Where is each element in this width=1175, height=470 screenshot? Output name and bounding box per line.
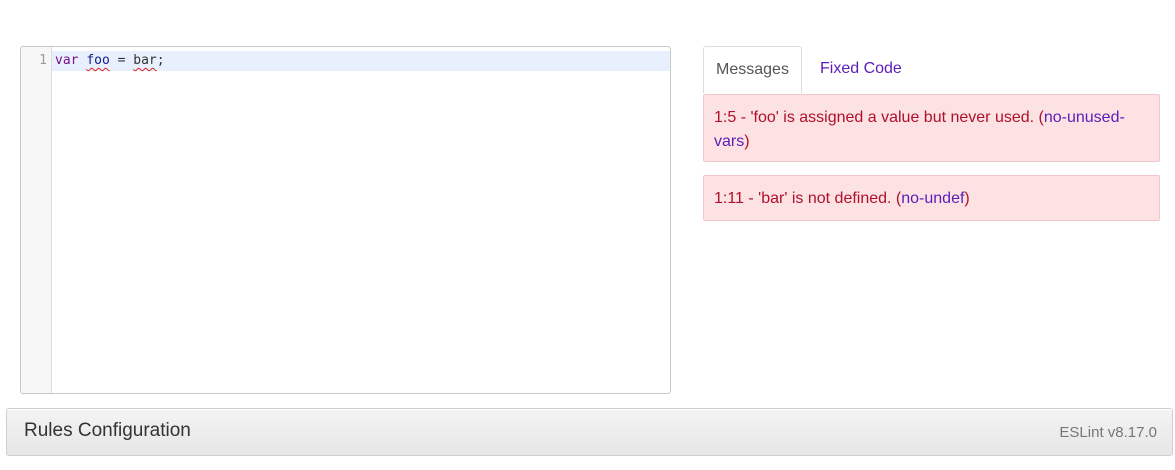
code-keyword: var — [55, 53, 79, 68]
output-tabs: Messages Fixed Code — [703, 46, 1160, 93]
code-value: bar — [133, 53, 157, 68]
line-number-gutter: 1 — [21, 47, 52, 393]
playground-page: 1 var foo = bar; Messages Fixed Code 1:5… — [0, 0, 1175, 470]
rules-configuration-bar[interactable]: Rules Configuration ESLint v8.17.0 — [6, 408, 1173, 456]
lint-message: 1:5 - 'foo' is assigned a value but neve… — [703, 94, 1160, 162]
lint-message-text: 1:5 - 'foo' is assigned a value but neve… — [714, 109, 1044, 126]
code-editor[interactable]: 1 var foo = bar; — [20, 46, 671, 394]
lint-message-close: ) — [964, 190, 970, 207]
tab-messages[interactable]: Messages — [703, 46, 802, 93]
code-operator: = — [109, 53, 134, 68]
rules-configuration-toggle[interactable]: Rules Configuration — [24, 420, 191, 442]
code-line[interactable]: var foo = bar; — [55, 52, 165, 70]
lint-message-text: 1:11 - 'bar' is not defined. ( — [714, 190, 902, 207]
code-terminator: ; — [156, 53, 165, 68]
rule-link-no-undef[interactable]: no-undef — [901, 190, 964, 207]
code-area[interactable]: var foo = bar; — [52, 47, 670, 393]
eslint-version-label: ESLint v8.17.0 — [1059, 424, 1157, 441]
tab-fixed-code[interactable]: Fixed Code — [805, 46, 917, 93]
code-variable: foo — [86, 53, 110, 68]
lint-message: 1:11 - 'bar' is not defined. (no-undef) — [703, 175, 1160, 221]
lint-message-close: ) — [744, 133, 750, 150]
line-number: 1 — [39, 53, 47, 68]
